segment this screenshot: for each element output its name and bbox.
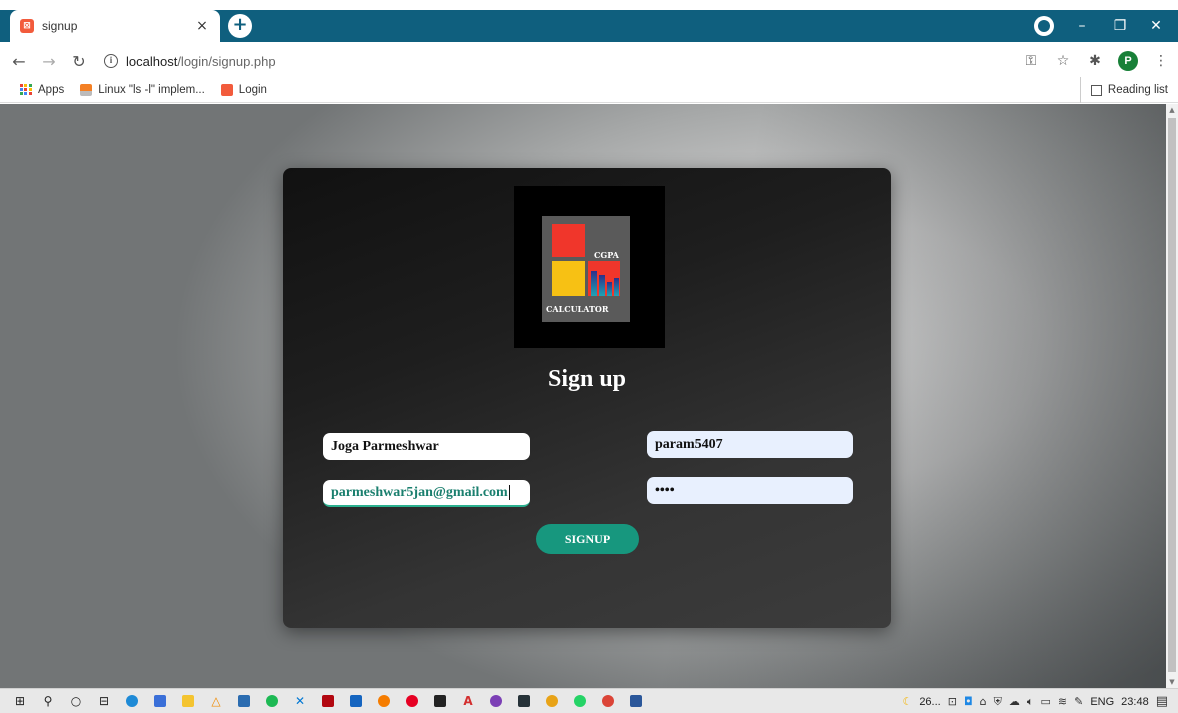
windows-taskbar: ⊞ ⚲ ○ ⊟ △ ✕ A ☾ 26... ⊡ ◘ ⌂ ⛨ ☁ 🔈︎ ▭ ≋ ✎…	[0, 688, 1178, 713]
address-toolbar: ← → ↻ i localhost/login/signup.php ⚿ ☆ ✱…	[0, 45, 1178, 77]
kebab-menu-icon[interactable]: ⋮	[1152, 53, 1170, 69]
terminal-icon[interactable]	[516, 693, 532, 709]
full-name-input[interactable]: Joga Parmeshwar	[323, 433, 530, 460]
site-info-icon[interactable]: i	[104, 54, 118, 68]
page-scrollbar[interactable]: ▲ ▼	[1166, 104, 1178, 688]
search-icon[interactable]: ⚲	[40, 693, 56, 709]
meet-now-icon[interactable]: ⊡	[948, 695, 957, 708]
star-icon[interactable]: ☆	[1054, 53, 1072, 69]
minimize-button[interactable]: –	[1062, 10, 1102, 42]
windows-start-icon[interactable]: ⊞	[12, 693, 28, 709]
bookmarks-bar: Apps Linux "ls -l" implem... Login Readi…	[0, 77, 1178, 103]
onedrive-icon[interactable]: ◘	[964, 695, 973, 708]
scroll-up-icon[interactable]: ▲	[1168, 106, 1176, 114]
notes-icon[interactable]	[236, 693, 252, 709]
weather-moon-icon[interactable]: ☾	[902, 695, 912, 708]
tab-title: signup	[42, 19, 78, 33]
bookmark-linux[interactable]: Linux "ls -l" implem...	[80, 83, 205, 96]
cloud-icon[interactable]: ☁	[1009, 695, 1020, 708]
reading-list-button[interactable]: Reading list	[1079, 77, 1168, 103]
whatsapp-icon[interactable]	[572, 693, 588, 709]
reading-list-icon	[1090, 84, 1102, 96]
mail-icon[interactable]	[348, 693, 364, 709]
signup-button[interactable]: SIGNUP	[536, 524, 639, 554]
apps-grid-icon	[20, 83, 32, 96]
forward-arrow-icon[interactable]: →	[38, 52, 60, 71]
spotify-icon[interactable]	[264, 693, 280, 709]
system-tray: ☾ 26... ⊡ ◘ ⌂ ⛨ ☁ 🔈︎ ▭ ≋ ✎ ENG 23:48 ▤	[902, 689, 1168, 713]
vlc-icon[interactable]: △	[208, 693, 224, 709]
pen-icon[interactable]: ✎	[1074, 695, 1083, 708]
url-text[interactable]: localhost/login/signup.php	[126, 54, 276, 69]
username-input[interactable]: param5407	[647, 431, 853, 458]
security-icon[interactable]: ⛨	[994, 695, 1002, 709]
edge-icon[interactable]	[124, 693, 140, 709]
cgpa-calculator-logo: CGPA CALCULATOR	[514, 186, 665, 348]
signup-card: CGPA CALCULATOR Sign up Joga Parmeshwar …	[283, 168, 891, 628]
scroll-thumb[interactable]	[1168, 118, 1176, 672]
xampp-icon: ⊠	[20, 19, 34, 33]
avatar[interactable]: P	[1118, 51, 1138, 71]
notifications-icon[interactable]: ▤	[1156, 694, 1168, 709]
profile-menu-icon[interactable]	[1034, 16, 1054, 36]
weather-text[interactable]: 26...	[919, 696, 940, 708]
scroll-down-icon[interactable]: ▼	[1168, 678, 1176, 686]
chrome-icon-2[interactable]	[600, 693, 616, 709]
new-tab-button[interactable]: +	[228, 14, 252, 38]
tab-strip: ⊠ signup × + – ❐ ✕	[0, 0, 1178, 45]
back-arrow-icon[interactable]: ←	[8, 52, 30, 71]
page-title: Sign up	[547, 366, 627, 392]
xampp-icon	[220, 83, 233, 96]
file-explorer-icon[interactable]	[180, 693, 196, 709]
logo-word-calculator: CALCULATOR	[546, 304, 609, 314]
email-input[interactable]: parmeshwar5jan@gmail.com	[323, 480, 530, 507]
close-window-button[interactable]: ✕	[1136, 10, 1176, 42]
word-icon[interactable]	[628, 693, 644, 709]
media-icon[interactable]	[488, 693, 504, 709]
stackoverflow-icon	[80, 83, 93, 96]
vscode-icon[interactable]: ✕	[292, 693, 308, 709]
pycharm-icon[interactable]	[432, 693, 448, 709]
settings-icon[interactable]	[376, 693, 392, 709]
cortana-icon[interactable]: ○	[68, 693, 84, 709]
pinterest-icon[interactable]	[404, 693, 420, 709]
key-icon[interactable]: ⚿	[1022, 53, 1040, 69]
password-input[interactable]: ••••	[647, 477, 853, 504]
network-icon[interactable]: ⌂	[980, 695, 987, 708]
bookmark-apps[interactable]: Apps	[20, 83, 64, 96]
logo-word-cgpa: CGPA	[594, 250, 619, 260]
task-view-icon[interactable]: ⊟	[96, 693, 112, 709]
bookmark-login[interactable]: Login	[220, 83, 267, 96]
store-icon[interactable]	[152, 693, 168, 709]
close-tab-icon[interactable]: ×	[194, 18, 210, 34]
language-indicator[interactable]: ENG	[1090, 696, 1114, 708]
volume-icon[interactable]: 🔈︎	[1027, 695, 1034, 709]
clock[interactable]: 23:48	[1121, 696, 1149, 708]
tab-signup[interactable]: ⊠ signup ×	[10, 10, 220, 42]
maximize-button[interactable]: ❐	[1100, 10, 1140, 42]
reload-icon[interactable]: ↻	[68, 52, 90, 71]
address-bar[interactable]: i localhost/login/signup.php	[104, 48, 1004, 74]
wifi-icon[interactable]: ≋	[1058, 695, 1067, 708]
chrome-icon-1[interactable]	[544, 693, 560, 709]
battery-icon[interactable]: ▭	[1040, 695, 1050, 708]
netflix-icon[interactable]	[320, 693, 336, 709]
page-viewport: CGPA CALCULATOR Sign up Joga Parmeshwar …	[0, 104, 1166, 688]
acrobat-icon[interactable]: A	[460, 693, 476, 709]
text-caret	[508, 485, 510, 500]
extensions-puzzle-icon[interactable]: ✱	[1086, 53, 1104, 69]
